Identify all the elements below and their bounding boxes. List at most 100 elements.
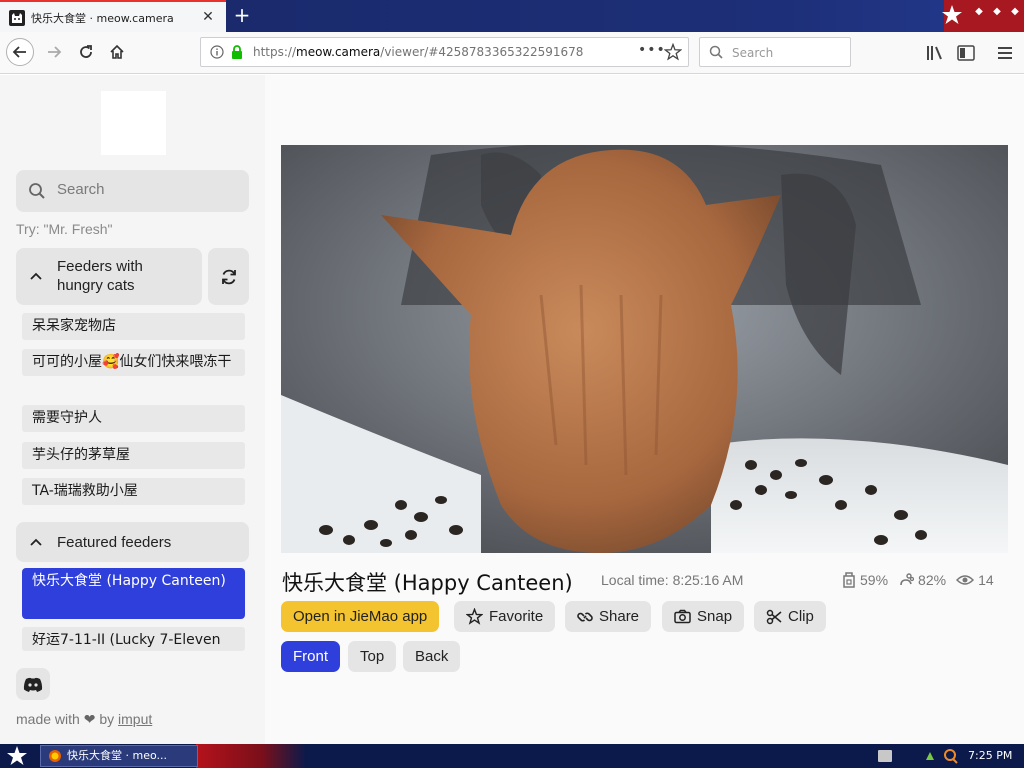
section-featured-feeders-toggle[interactable]: Featured feeders xyxy=(16,522,249,562)
section-hungry-label: Feeders with hungry cats xyxy=(57,258,143,294)
clip-button[interactable]: Clip xyxy=(754,601,826,632)
favorite-label: Favorite xyxy=(489,608,544,625)
home-button[interactable] xyxy=(103,38,131,66)
tab-close-icon[interactable]: ✕ xyxy=(199,8,217,26)
feeder-list-item[interactable]: TA-瑞瑞救助小屋 xyxy=(22,478,245,505)
pin-icon-3[interactable]: ◆ xyxy=(1008,5,1022,19)
search-placeholder: Search xyxy=(732,46,774,60)
clip-label: Clip xyxy=(788,608,814,625)
tray-status-icons[interactable] xyxy=(924,748,960,764)
view-back-button[interactable]: Back xyxy=(403,641,461,672)
home-icon xyxy=(110,44,124,59)
feeder-search-input[interactable]: Search xyxy=(16,170,249,212)
author-link[interactable]: imput xyxy=(118,711,152,727)
url-text[interactable]: https://meow.camera/viewer/#425878336532… xyxy=(253,45,583,59)
feeder-list-item-active[interactable]: 快乐大食堂 (Happy Canteen) xyxy=(22,568,245,619)
taskbar-decoration xyxy=(196,744,306,768)
taskbar-clock: 7:25 PM xyxy=(968,749,1013,762)
view-top-button[interactable]: Top xyxy=(348,641,397,672)
snap-button[interactable]: Snap xyxy=(662,601,745,632)
sidebar-toggle-button[interactable] xyxy=(955,42,977,64)
food-level-stat: 59% xyxy=(842,572,888,588)
feeder-list-item[interactable]: 芋头仔的茅草屋 xyxy=(22,442,245,469)
back-button[interactable] xyxy=(6,38,34,66)
sidebar: Search Try: "Mr. Fresh" Feeders with hun… xyxy=(0,75,265,744)
bookmark-star-icon[interactable] xyxy=(664,43,682,61)
open-in-app-button[interactable]: Open in JieMao app xyxy=(281,601,440,632)
start-menu-icon[interactable] xyxy=(6,746,28,766)
site-logo[interactable] xyxy=(101,91,166,155)
url-path: /viewer/#4258783365322591678 xyxy=(380,45,584,59)
feeder-list-item[interactable]: 可可的小屋🥰仙女们快来喂冻干 xyxy=(22,349,245,376)
tab-title: 快乐大食堂 · meow.camera xyxy=(31,12,174,25)
view-front-label: Front xyxy=(293,648,329,665)
camera-feed[interactable] xyxy=(281,145,1008,553)
hamburger-menu-icon xyxy=(998,47,1012,59)
scissors-icon xyxy=(766,609,782,624)
chevron-up-icon xyxy=(30,272,42,280)
browser-search-bar[interactable]: Search xyxy=(699,37,851,67)
firefox-icon xyxy=(49,750,61,762)
search-hint: Try: "Mr. Fresh" xyxy=(16,221,113,237)
food-level-value: 59% xyxy=(860,572,889,588)
browser-tab-active[interactable]: 快乐大食堂 · meow.camera ✕ xyxy=(0,0,226,32)
feeder-list-item[interactable]: 需要守护人 xyxy=(22,405,245,432)
library-button[interactable] xyxy=(924,42,946,64)
food-bag-icon xyxy=(843,572,855,588)
os-taskbar: 快乐大食堂 · meo... 7:25 PM xyxy=(0,744,1024,768)
heart-icon: ❤ xyxy=(83,711,96,727)
pin-icon-2[interactable]: ◆ xyxy=(990,5,1004,19)
keyboard-icon[interactable] xyxy=(878,750,892,762)
refresh-icon xyxy=(221,269,236,284)
taskbar-window-label: 快乐大食堂 · meo... xyxy=(67,749,167,762)
search-icon xyxy=(709,45,723,59)
taskbar-window-item[interactable]: 快乐大食堂 · meo... xyxy=(40,745,198,767)
library-icon xyxy=(927,46,942,60)
section-hungry-feeders-toggle[interactable]: Feeders with hungry cats xyxy=(16,248,202,305)
cat-favicon-icon xyxy=(9,10,25,26)
eye-icon xyxy=(956,575,975,585)
arrow-right-icon xyxy=(48,46,62,58)
snap-label: Snap xyxy=(697,608,733,625)
discord-button[interactable] xyxy=(16,668,50,700)
favorite-button[interactable]: Favorite xyxy=(454,601,556,632)
url-prefix: https:// xyxy=(253,45,297,59)
new-tab-icon[interactable]: + xyxy=(230,3,254,27)
feeder-list-item[interactable]: 好运7-11-II (Lucky 7-Eleven xyxy=(22,627,245,651)
arrow-left-icon xyxy=(12,46,26,58)
lock-icon[interactable] xyxy=(230,45,244,60)
page-content: Search Try: "Mr. Fresh" Feeders with hun… xyxy=(0,75,1024,744)
viewers-count: 14 xyxy=(978,572,994,588)
footer-credit: made with ❤ by imput xyxy=(16,711,152,728)
search-icon xyxy=(29,183,45,199)
viewers-stat: 14 xyxy=(956,572,994,588)
chevron-up-icon xyxy=(30,538,42,546)
share-button[interactable]: Share xyxy=(565,601,652,632)
local-time: Local time: 8:25:16 AM xyxy=(601,572,744,588)
navigation-toolbar: https://meow.camera/viewer/#425878336532… xyxy=(0,32,1024,74)
by-text: by xyxy=(99,711,115,727)
feeder-list-item[interactable]: 呆呆家宠物店 xyxy=(22,313,245,340)
sidebar-icon xyxy=(957,45,975,61)
info-icon[interactable] xyxy=(210,45,224,59)
open-in-app-label: Open in JieMao app xyxy=(293,608,428,625)
page-actions-icon[interactable]: ••• xyxy=(638,42,666,58)
tab-bar-background xyxy=(226,0,1024,32)
discord-icon xyxy=(23,677,43,692)
search-placeholder: Search xyxy=(57,181,105,198)
health-value: 82% xyxy=(918,572,947,588)
forward-button[interactable] xyxy=(40,38,68,66)
menu-button[interactable] xyxy=(994,42,1016,64)
view-front-button[interactable]: Front xyxy=(281,641,341,672)
url-bar[interactable]: https://meow.camera/viewer/#425878336532… xyxy=(200,37,689,67)
reload-icon xyxy=(80,45,92,58)
refresh-button[interactable] xyxy=(208,248,249,305)
star-decoration-icon xyxy=(942,5,962,24)
browser-tab-bar: 快乐大食堂 · meow.camera ✕ + ◆ ◆ ◆ xyxy=(0,0,1024,32)
feeder-stats: 59% 82% 14 xyxy=(842,572,994,588)
health-stat: 82% xyxy=(898,572,946,588)
pin-icon[interactable]: ◆ xyxy=(972,5,986,19)
url-host: meow.camera xyxy=(296,45,381,59)
share-label: Share xyxy=(599,608,640,625)
reload-button[interactable] xyxy=(72,38,100,66)
